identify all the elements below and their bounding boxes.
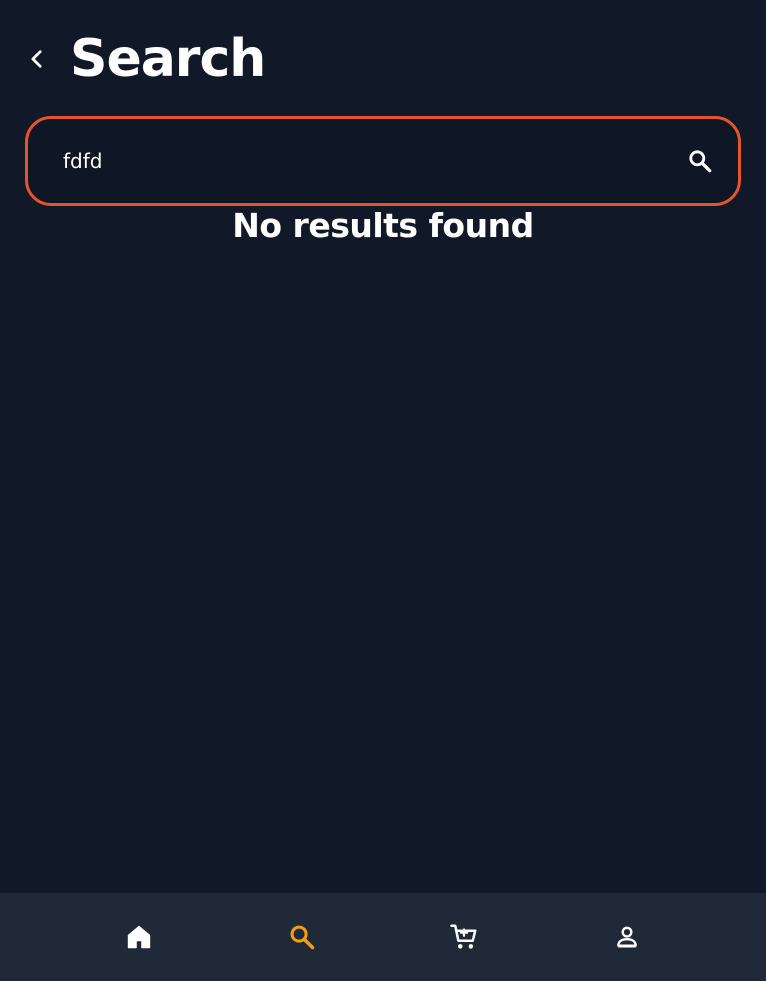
nav-profile[interactable]: [611, 921, 643, 953]
back-button[interactable]: [20, 42, 54, 76]
home-icon: [127, 925, 151, 949]
search-submit-button[interactable]: [682, 143, 718, 179]
nav-search[interactable]: [286, 921, 318, 953]
chevron-left-icon: [31, 50, 42, 68]
page-title: Search: [70, 29, 266, 89]
search-input[interactable]: [63, 141, 682, 181]
profile-icon: [617, 926, 637, 948]
search-bar: [25, 116, 741, 206]
nav-home[interactable]: [123, 921, 155, 953]
no-results-message: No results found: [232, 206, 534, 245]
search-screen: Search No results found: [0, 0, 766, 981]
search-icon: [290, 925, 315, 950]
header: Search: [20, 24, 746, 94]
bottom-navigation: [0, 893, 766, 981]
nav-cart[interactable]: [448, 921, 480, 953]
search-icon: [689, 150, 712, 173]
cart-icon: [450, 924, 477, 949]
